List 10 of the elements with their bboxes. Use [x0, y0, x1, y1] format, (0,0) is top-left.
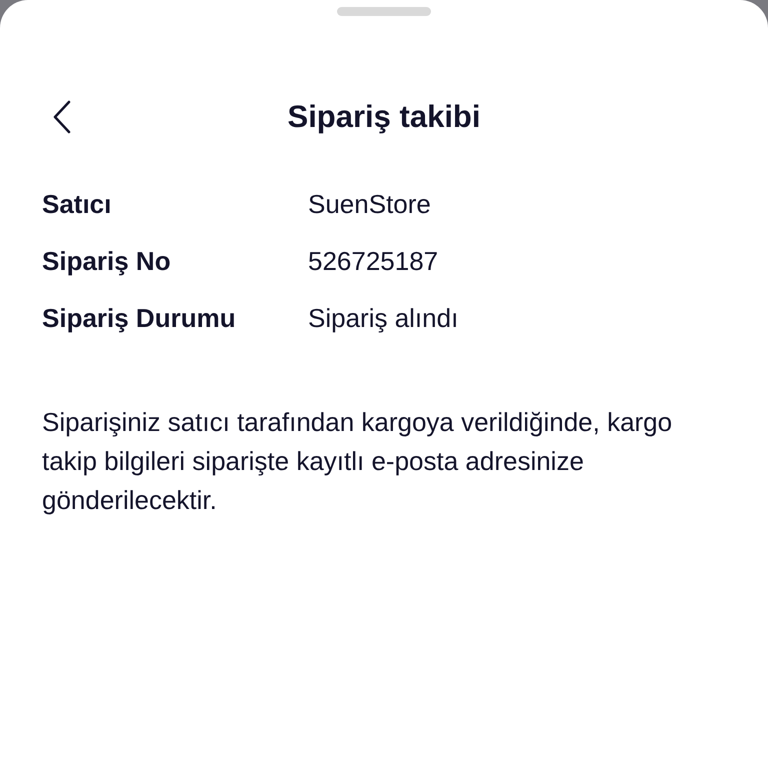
- detail-label: Sipariş Durumu: [42, 302, 237, 335]
- info-message: Siparişiniz satıcı tarafından kargoya verildiğinde, kargo takip bilgileri siparişte kayıtlı e-posta adresinize gönderilecektir.: [42, 406, 674, 517]
- page-title: Sipariş takibi: [288, 98, 480, 136]
- detail-label: Sipariş No: [42, 245, 172, 278]
- detail-value: 526725187: [308, 245, 438, 278]
- detail-value: Sipariş alındı: [308, 302, 458, 335]
- detail-label: Satıcı: [42, 188, 112, 221]
- drag-handle[interactable]: [337, 7, 431, 16]
- detail-value: SuenStore: [308, 188, 431, 221]
- back-icon: [52, 100, 72, 134]
